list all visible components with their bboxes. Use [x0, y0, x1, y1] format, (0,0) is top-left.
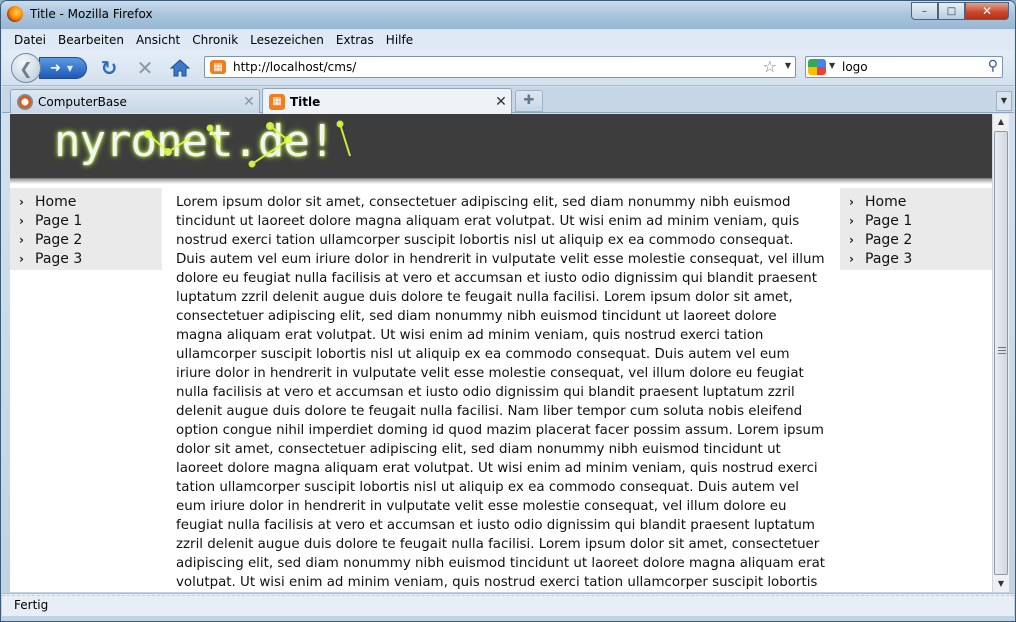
menu-bar: Datei Bearbeiten Ansicht Chronik Lesezei…	[2, 30, 1014, 50]
chevron-right-icon: ›	[849, 232, 854, 247]
stop-icon[interactable]: ✕	[134, 56, 156, 80]
menu-hilfe[interactable]: Hilfe	[380, 33, 419, 47]
window-title: Title - Mozilla Firefox	[30, 7, 153, 21]
list-all-tabs-button[interactable]: ▼	[996, 91, 1012, 111]
history-dropdown-icon[interactable]: ▼	[67, 64, 73, 73]
back-icon: ❮	[19, 58, 33, 78]
left-sidebar: › Home › Page 1 › Page 2 › Page 3	[10, 188, 162, 270]
reload-icon[interactable]: ↻	[98, 56, 120, 80]
left-nav-list: › Home › Page 1 › Page 2 › Page 3	[10, 188, 162, 268]
site-header: nyronet.de!	[10, 114, 992, 184]
nav-item-label: Home	[865, 193, 907, 210]
firefox-icon	[7, 6, 23, 22]
chevron-right-icon: ›	[19, 251, 24, 266]
new-tab-button[interactable]: ✚	[515, 90, 543, 112]
status-bar: Fertig	[2, 593, 1014, 616]
search-engine-icon[interactable]	[808, 59, 826, 75]
menu-chronik[interactable]: Chronik	[186, 33, 244, 47]
close-button[interactable]: ✕	[965, 2, 1009, 20]
url-input[interactable]	[233, 59, 753, 75]
tab-computerbase[interactable]: ComputerBase ✕	[10, 89, 260, 113]
window-controls: – □ ✕	[911, 2, 1009, 20]
menu-ansicht[interactable]: Ansicht	[130, 33, 186, 47]
url-bar[interactable]: ▦ ☆ ▼	[204, 56, 796, 78]
bookmark-star-icon[interactable]: ☆	[763, 57, 777, 76]
home-icon[interactable]	[169, 57, 191, 79]
nav-item-label: Home	[35, 193, 77, 210]
right-nav-list: › Home › Page 1 › Page 2 › Page 3	[840, 188, 992, 268]
url-dropdown-icon[interactable]: ▼	[785, 61, 791, 70]
navigation-toolbar: ➜ ▼ ❮ ↻ ✕ ▦ ☆ ▼ ▼ ⚲	[2, 50, 1014, 86]
chevron-right-icon: ›	[19, 194, 24, 209]
right-nav-item-page-1[interactable]: › Page 1	[849, 211, 992, 230]
nav-item-label: Page 3	[865, 250, 913, 267]
menu-bearbeiten[interactable]: Bearbeiten	[52, 33, 130, 47]
page-viewport: nyronet.de! › Home › Page 1 › Page 2 › P…	[10, 114, 992, 592]
tab-close-icon[interactable]: ✕	[239, 94, 259, 110]
tab-close-icon[interactable]: ✕	[491, 94, 511, 110]
scroll-down-icon[interactable]: ▼	[993, 576, 1009, 592]
chevron-right-icon: ›	[849, 251, 854, 266]
chevron-right-icon: ›	[19, 213, 24, 228]
left-nav-item-page-1[interactable]: › Page 1	[19, 211, 162, 230]
site-favicon-icon: ▦	[210, 60, 226, 74]
menu-lesezeichen[interactable]: Lesezeichen	[244, 33, 330, 47]
forward-button[interactable]: ➜ ▼	[39, 57, 87, 79]
title-bar[interactable]: Title - Mozilla Firefox – □ ✕	[1, 1, 1015, 29]
left-nav-item-page-2[interactable]: › Page 2	[19, 230, 162, 249]
menu-datei[interactable]: Datei	[8, 33, 52, 47]
status-text: Fertig	[14, 598, 49, 612]
chevron-right-icon: ›	[849, 213, 854, 228]
nav-item-label: Page 3	[35, 250, 83, 267]
chevron-right-icon: ›	[19, 232, 24, 247]
right-nav-item-home[interactable]: › Home	[849, 192, 992, 211]
main-content-text: Lorem ipsum dolor sit amet, consectetuer…	[176, 195, 826, 590]
right-nav-item-page-3[interactable]: › Page 3	[849, 249, 992, 268]
right-sidebar: › Home › Page 1 › Page 2 › Page 3	[840, 188, 992, 270]
scroll-up-icon[interactable]: ▲	[993, 114, 1009, 130]
grip-icon	[998, 347, 1006, 354]
left-nav-item-page-3[interactable]: › Page 3	[19, 249, 162, 268]
minimize-button[interactable]: –	[911, 2, 938, 20]
search-bar[interactable]: ▼ ⚲	[805, 56, 1003, 78]
tab-label: Title	[290, 94, 321, 109]
right-nav-item-page-2[interactable]: › Page 2	[849, 230, 992, 249]
menu-extras[interactable]: Extras	[330, 33, 380, 47]
forward-icon: ➜	[50, 60, 61, 76]
back-button[interactable]: ❮	[11, 53, 41, 83]
chevron-right-icon: ›	[849, 194, 854, 209]
browser-window: Title - Mozilla Firefox – □ ✕ Datei Bear…	[0, 0, 1016, 622]
computerbase-favicon-icon	[17, 93, 33, 110]
maximize-button[interactable]: □	[938, 2, 965, 20]
tab-label: ComputerBase	[38, 94, 127, 109]
nav-item-label: Page 1	[35, 212, 83, 229]
back-forward-group: ➜ ▼ ❮	[11, 53, 89, 83]
search-input[interactable]	[842, 59, 978, 75]
tab-bar: ComputerBase ✕ ▦ Title ✕ ✚ ▼	[2, 87, 1014, 114]
search-icon[interactable]: ⚲	[988, 58, 998, 74]
tab-title[interactable]: ▦ Title ✕	[262, 88, 512, 114]
engine-dropdown-icon[interactable]: ▼	[829, 61, 835, 70]
site-favicon-icon: ▦	[269, 93, 285, 110]
site-logo[interactable]: nyronet.de!	[54, 116, 335, 167]
vertical-scrollbar[interactable]: ▲ ▼	[992, 114, 1009, 592]
left-nav-item-home[interactable]: › Home	[19, 192, 162, 211]
scroll-thumb[interactable]	[994, 131, 1008, 575]
nav-item-label: Page 2	[865, 231, 913, 248]
nav-item-label: Page 1	[865, 212, 913, 229]
nav-item-label: Page 2	[35, 231, 83, 248]
